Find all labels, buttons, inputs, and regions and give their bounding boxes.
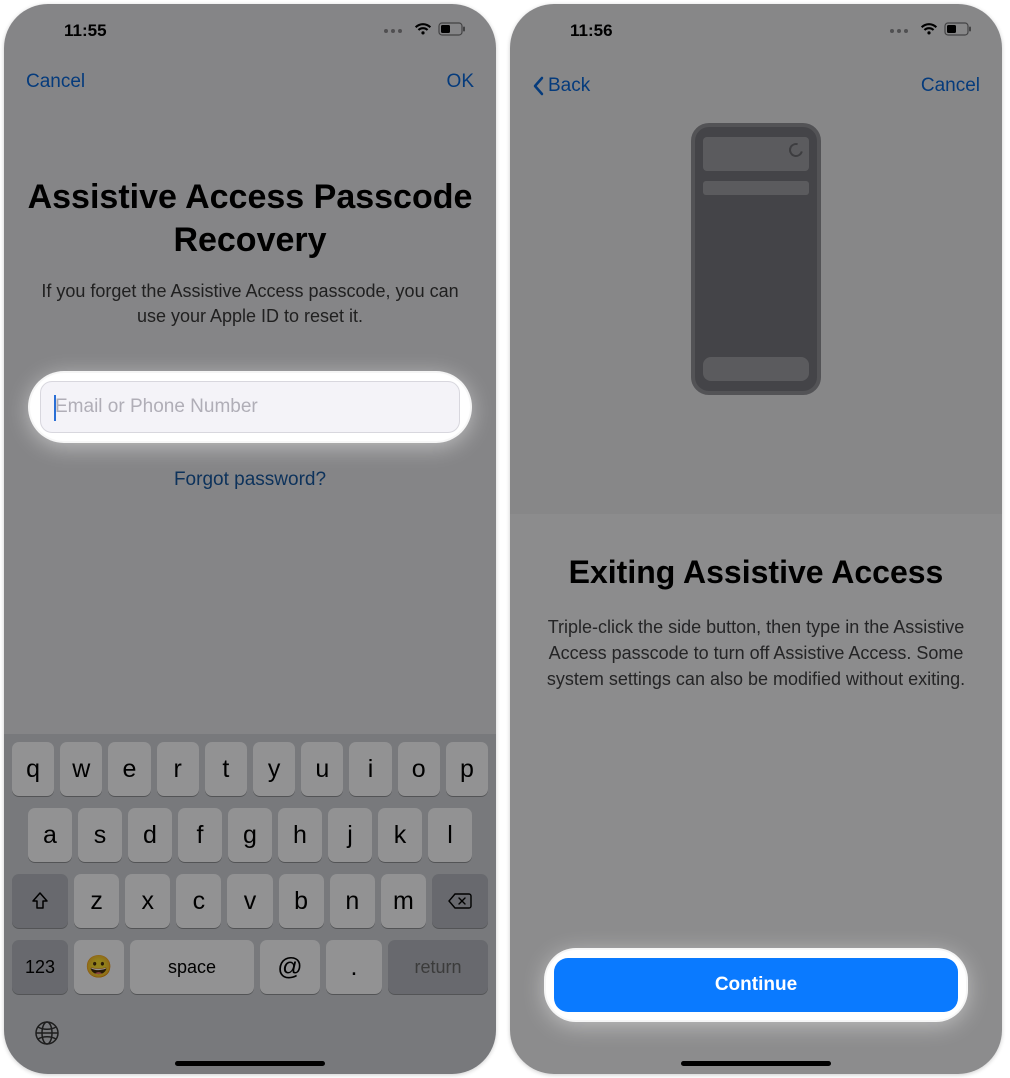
chevron-left-icon — [532, 76, 544, 96]
page-title: Exiting Assistive Access — [540, 552, 972, 592]
key-l[interactable]: l — [428, 808, 472, 862]
key-w[interactable]: w — [60, 742, 102, 796]
nav-bar: Cancel OK — [4, 58, 496, 106]
status-bar: 11:56 — [510, 4, 1002, 58]
cancel-button[interactable]: Cancel — [26, 71, 85, 93]
continue-button[interactable]: Continue — [554, 958, 958, 1012]
key-h[interactable]: h — [278, 808, 322, 862]
back-label: Back — [548, 75, 590, 97]
key-r[interactable]: r — [157, 742, 199, 796]
key-d[interactable]: d — [128, 808, 172, 862]
key-m[interactable]: m — [381, 874, 426, 928]
battery-icon — [438, 21, 466, 41]
key-z[interactable]: z — [74, 874, 119, 928]
phone-illustration — [691, 123, 821, 395]
key-q[interactable]: q — [12, 742, 54, 796]
key-f[interactable]: f — [178, 808, 222, 862]
key-return[interactable]: return — [388, 940, 488, 994]
key-n[interactable]: n — [330, 874, 375, 928]
highlighted-button-container: Continue — [546, 950, 966, 1020]
key-o[interactable]: o — [398, 742, 440, 796]
page-subtitle: If you forget the Assistive Access passc… — [24, 279, 476, 329]
key-i[interactable]: i — [349, 742, 391, 796]
wifi-icon — [920, 21, 938, 41]
recording-dots-icon — [384, 29, 402, 33]
highlighted-input-container — [30, 373, 470, 441]
key-emoji[interactable]: 😀 — [74, 940, 124, 994]
key-u[interactable]: u — [301, 742, 343, 796]
text-cursor — [54, 395, 56, 421]
keyboard: qwertyuiop asdfghjkl zxcvbnm 123 😀 space… — [4, 734, 496, 1074]
key-e[interactable]: e — [108, 742, 150, 796]
key-backspace[interactable] — [432, 874, 488, 928]
key-x[interactable]: x — [125, 874, 170, 928]
key-c[interactable]: c — [176, 874, 221, 928]
forgot-password-link[interactable]: Forgot password? — [174, 469, 326, 491]
key-shift[interactable] — [12, 874, 68, 928]
backspace-icon — [448, 892, 472, 910]
cancel-button[interactable]: Cancel — [921, 75, 980, 97]
key-k[interactable]: k — [378, 808, 422, 862]
key-s[interactable]: s — [78, 808, 122, 862]
key-at[interactable]: @ — [260, 940, 320, 994]
phone-screenshot-right: 11:56 Back Cancel — [510, 4, 1002, 1074]
apple-id-input[interactable] — [40, 381, 460, 433]
shift-icon — [30, 891, 50, 911]
home-indicator[interactable] — [175, 1061, 325, 1066]
page-subtitle: Triple-click the side button, then type … — [540, 614, 972, 692]
phone-screenshot-left: 11:55 Cancel OK Assistive Access Passcod… — [4, 4, 496, 1074]
key-p[interactable]: p — [446, 742, 488, 796]
key-a[interactable]: a — [28, 808, 72, 862]
back-button[interactable]: Back — [532, 75, 590, 97]
globe-icon[interactable] — [32, 1018, 62, 1048]
status-bar: 11:55 — [4, 4, 496, 58]
recording-dots-icon — [890, 29, 908, 33]
ok-button[interactable]: OK — [447, 71, 474, 93]
key-g[interactable]: g — [228, 808, 272, 862]
status-time: 11:56 — [570, 21, 613, 41]
key-t[interactable]: t — [205, 742, 247, 796]
status-time: 11:55 — [64, 21, 107, 41]
battery-icon — [944, 21, 972, 41]
key-123[interactable]: 123 — [12, 940, 68, 994]
home-indicator[interactable] — [681, 1061, 831, 1066]
key-j[interactable]: j — [328, 808, 372, 862]
key-y[interactable]: y — [253, 742, 295, 796]
key-dot[interactable]: . — [326, 940, 382, 994]
key-v[interactable]: v — [227, 874, 272, 928]
page-title: Assistive Access Passcode Recovery — [24, 176, 476, 261]
nav-bar: Back Cancel — [510, 62, 1002, 110]
key-b[interactable]: b — [279, 874, 324, 928]
wifi-icon — [414, 21, 432, 41]
key-space[interactable]: space — [130, 940, 254, 994]
